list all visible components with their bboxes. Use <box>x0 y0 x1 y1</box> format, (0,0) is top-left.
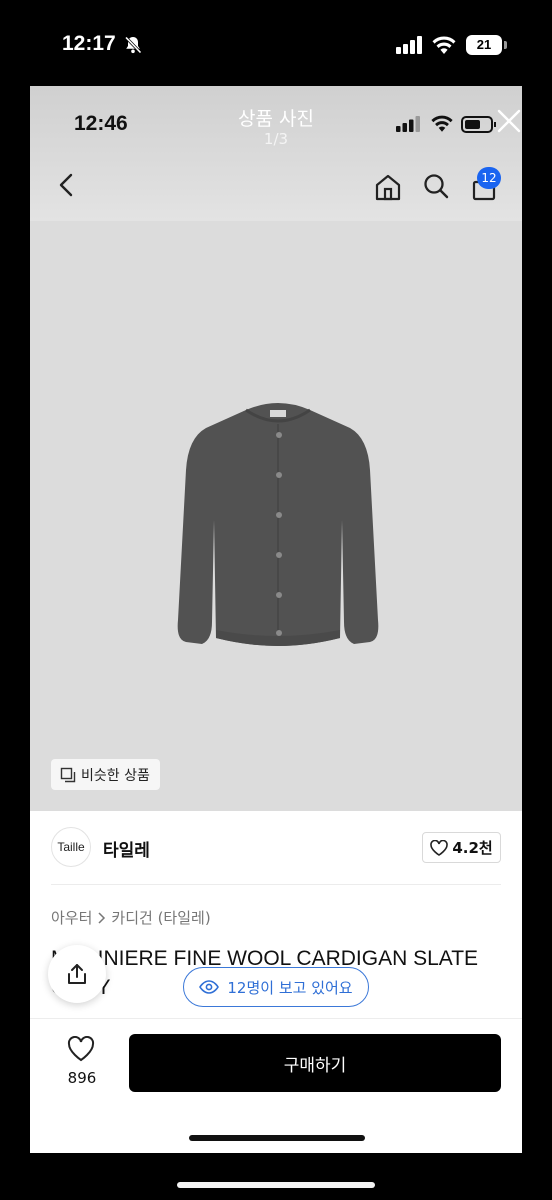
similar-products-button[interactable]: 비슷한 상품 <box>51 759 160 790</box>
live-viewers-badge: 12명이 보고 있어요 <box>183 967 369 1007</box>
cardigan-product-image[interactable] <box>158 390 398 670</box>
wifi-icon <box>431 115 453 132</box>
breadcrumb: 아우터 카디건 (타일레) <box>51 907 211 928</box>
eye-icon <box>199 980 220 994</box>
wifi-icon <box>432 36 456 54</box>
product-photo-area[interactable]: 12:46 상품 사진 1/3 12 비슷한 상품 <box>30 86 522 811</box>
buy-button[interactable]: 구매하기 <box>129 1034 501 1092</box>
battery-tip <box>504 41 507 49</box>
breadcrumb-cardigan[interactable]: 카디건 (타일레) <box>111 907 210 928</box>
close-icon[interactable] <box>496 108 522 134</box>
bell-muted-icon <box>124 36 142 54</box>
copy-icon <box>60 767 76 782</box>
brand-name[interactable]: 타일레 <box>103 836 150 861</box>
similar-products-label: 비슷한 상품 <box>81 767 150 784</box>
live-viewers-label: 12명이 보고 있어요 <box>227 978 353 997</box>
heart-icon <box>430 839 449 856</box>
wishlist-count: 896 <box>67 1069 97 1087</box>
cart-count-badge: 12 <box>477 167 501 189</box>
battery-icon <box>461 116 496 133</box>
cellular-signal-icon <box>396 116 420 132</box>
outer-home-indicator <box>177 1182 375 1188</box>
product-screen: 12:46 상품 사진 1/3 12 비슷한 상품 Taille 타일레 4.2… <box>30 86 522 1153</box>
heart-icon <box>67 1035 95 1062</box>
search-icon[interactable] <box>422 172 450 200</box>
home-icon[interactable] <box>373 172 403 202</box>
back-arrow-icon[interactable] <box>56 172 78 198</box>
brand-like-button[interactable]: 4.2천 <box>422 832 501 863</box>
brand-logo[interactable]: Taille <box>51 827 91 867</box>
share-button[interactable] <box>48 945 106 1003</box>
chevron-right-icon <box>98 911 106 924</box>
divider <box>51 884 501 885</box>
cellular-signal-icon <box>396 36 422 54</box>
outer-status-bar: 12:17 21 <box>0 0 552 86</box>
brand-like-count: 4.2천 <box>452 839 493 857</box>
bottom-bar-divider <box>30 1018 522 1019</box>
breadcrumb-outerwear[interactable]: 아우터 <box>51 907 92 928</box>
home-indicator <box>189 1135 365 1141</box>
outer-clock: 12:17 <box>62 32 116 55</box>
battery-indicator: 21 <box>466 35 502 55</box>
share-icon <box>68 964 86 984</box>
